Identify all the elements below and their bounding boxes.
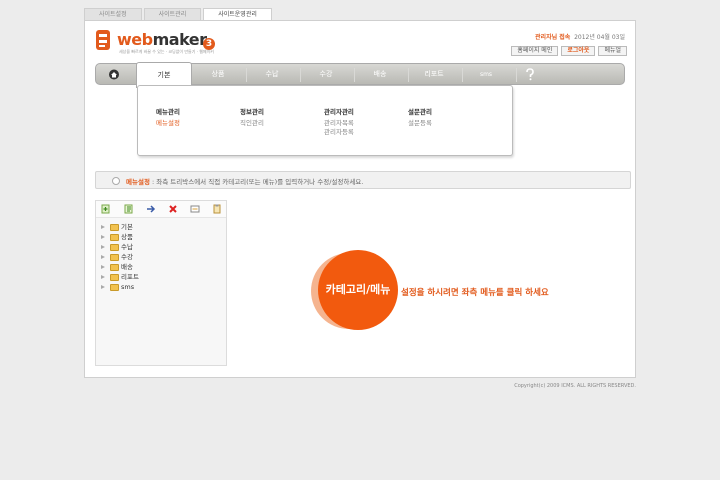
category-circle-label: 카테고리/메뉴 — [325, 283, 391, 296]
tree-node-products[interactable]: 상품 — [101, 232, 139, 242]
tree-node-label: 리포트 — [121, 273, 139, 281]
manual-button[interactable]: 메뉴얼 — [598, 46, 627, 56]
dropdown-item-admin-register[interactable]: 관리자등록 — [324, 128, 404, 137]
dropdown-item-menu-settings[interactable]: 메뉴설정 — [156, 119, 236, 128]
move-icon[interactable] — [146, 204, 156, 214]
tab-site-settings[interactable]: 사이트설정 — [84, 8, 142, 20]
nav-divider — [516, 68, 517, 82]
logo-wordmark: webmaker — [117, 30, 207, 49]
folder-icon — [110, 234, 119, 241]
main-nav: 기본 상품 수납 수강 배송 리포트 sms — [95, 62, 625, 88]
tree-node-delivery[interactable]: 배송 — [101, 262, 139, 272]
info-description: : 좌측 트리박스에서 직접 카테고리(또는 메뉴)를 입력하거나 수정/설정하… — [149, 178, 364, 186]
copy-icon[interactable] — [212, 204, 222, 214]
info-key: 메뉴설정 — [126, 178, 150, 186]
folder-icon — [110, 264, 119, 271]
dropdown-item-seal[interactable]: 직인관리 — [240, 119, 320, 128]
admin-frame: webmaker 3 세상을 빠르게 바꿀 수 있는 · 코딩없이 만들기 · … — [84, 20, 636, 378]
delete-icon[interactable] — [168, 204, 178, 214]
tree-node-label: 기본 — [121, 223, 133, 231]
dropdown-heading: 메뉴관리 — [156, 108, 180, 116]
copyright-text: Copyright(c) 2009 ICMS. ALL RIGHTS RESER… — [514, 383, 636, 389]
homepage-main-button[interactable]: 홈페이지 메인 — [511, 46, 559, 56]
help-icon[interactable] — [524, 68, 536, 81]
tree-node-report[interactable]: 리포트 — [101, 272, 139, 282]
tree-node-basic[interactable]: 기본 — [101, 222, 139, 232]
webmaker-logo[interactable]: webmaker 3 세상을 빠르게 바꿀 수 있는 · 코딩없이 만들기 · … — [95, 28, 215, 56]
expand-arrow-icon[interactable] — [101, 275, 105, 279]
tree-node-label: sms — [121, 283, 135, 291]
welcome-user: 관리자님 접속 — [535, 34, 571, 41]
nav-item-courses[interactable]: 수강 — [298, 64, 354, 86]
info-bar: 메뉴설정 : 좌측 트리박스에서 직접 카테고리(또는 메뉴)를 입력하거나 수… — [95, 171, 631, 189]
folder-icon — [110, 254, 119, 261]
dropdown-heading: 설문관리 — [408, 108, 432, 116]
folder-icon — [110, 244, 119, 251]
folder-icon — [110, 224, 119, 231]
logo-tagline: 세상을 빠르게 바꿀 수 있는 · 코딩없이 만들기 · 웹메이커 — [119, 49, 214, 54]
tree-node-label: 배송 — [121, 263, 133, 271]
dropdown-item-survey-register[interactable]: 설문등록 — [408, 119, 488, 128]
logout-button[interactable]: 로그아웃 — [561, 46, 596, 56]
info-bullet-icon — [112, 177, 120, 185]
menu-tree-panel: 기본 상품 수납 수강 배송 리포트 sms — [95, 200, 227, 366]
tree-toolbar — [96, 201, 226, 218]
expand-arrow-icon[interactable] — [101, 255, 105, 259]
expand-arrow-icon[interactable] — [101, 265, 105, 269]
logo-mark-icon — [96, 30, 110, 50]
nav-item-sms[interactable]: sms — [458, 64, 514, 86]
folder-icon — [110, 274, 119, 281]
tree-node-sms[interactable]: sms — [101, 282, 139, 292]
rename-icon[interactable] — [190, 204, 200, 214]
expand-arrow-icon[interactable] — [101, 285, 105, 289]
dropdown-column-survey: 설문관리 설문등록 — [408, 106, 488, 128]
tree-node-courses[interactable]: 수강 — [101, 252, 139, 262]
tree-node-label: 상품 — [121, 233, 133, 241]
center-instruction: 설정을 하시려면 좌측 메뉴를 클릭 하세요 — [401, 288, 549, 298]
dropdown-column-info: 정보관리 직인관리 — [240, 106, 320, 128]
dropdown-column-admin: 관리자관리 관리자목록 관리자등록 — [324, 106, 404, 137]
tab-site-management[interactable]: 사이트관리 — [143, 8, 202, 20]
add-icon[interactable] — [101, 204, 111, 214]
add-child-icon[interactable] — [124, 204, 134, 214]
nav-item-payment[interactable]: 수납 — [244, 64, 300, 86]
header-buttons: 홈페이지 메인 로그아웃 메뉴얼 — [511, 46, 627, 56]
folder-icon — [110, 284, 119, 291]
expand-arrow-icon[interactable] — [101, 225, 105, 229]
dropdown-heading: 정보관리 — [240, 108, 264, 116]
info-text: 메뉴설정 : 좌측 트리박스에서 직접 카테고리(또는 메뉴)를 입력하거나 수… — [126, 176, 363, 186]
tree-node-label: 수납 — [121, 243, 133, 251]
nav-item-products[interactable]: 상품 — [190, 64, 246, 86]
tree-list: 기본 상품 수납 수강 배송 리포트 sms — [101, 222, 139, 292]
nav-item-report[interactable]: 리포트 — [406, 64, 462, 86]
dropdown-item-admin-list[interactable]: 관리자목록 — [324, 119, 404, 128]
welcome-line: 관리자님 접속 2012년 04월 03일 — [535, 32, 625, 41]
expand-arrow-icon[interactable] — [101, 245, 105, 249]
home-icon[interactable] — [108, 69, 120, 80]
tree-node-label: 수강 — [121, 253, 133, 261]
current-date: 2012년 04월 03일 — [574, 34, 625, 41]
dropdown-heading: 관리자관리 — [324, 108, 354, 116]
tree-node-payment[interactable]: 수납 — [101, 242, 139, 252]
dropdown-column-menu: 메뉴관리 메뉴설정 — [156, 106, 236, 128]
expand-arrow-icon[interactable] — [101, 235, 105, 239]
nav-item-delivery[interactable]: 배송 — [352, 64, 408, 86]
nav-dropdown-panel: 메뉴관리 메뉴설정 정보관리 직인관리 관리자관리 관리자목록 관리자등록 설문… — [137, 85, 513, 156]
